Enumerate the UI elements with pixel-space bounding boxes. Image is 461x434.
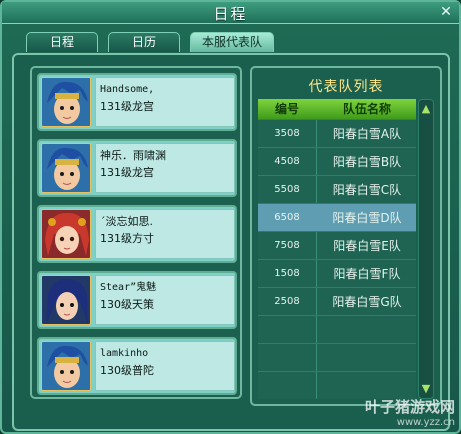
blue-hair-boy-avatar: [41, 143, 91, 193]
team-name: 阳春白雪E队: [333, 239, 401, 253]
team-id: 7508: [274, 240, 300, 251]
member-info: 神乐．雨啸渊 131级龙宫: [95, 143, 235, 193]
team-name: 阳春白雪F队: [333, 267, 401, 281]
team-id: 4508: [274, 156, 300, 167]
team-id: 3508: [274, 128, 300, 139]
team-name: 阳春白雪C队: [332, 183, 402, 197]
team-id: 6508: [274, 212, 300, 223]
table-row[interactable]: 4508 阳春白雪B队: [258, 147, 416, 175]
column-header-id: 编号: [274, 102, 299, 116]
window-title: 日程: [213, 5, 248, 23]
member-desc: 131级龙宫: [100, 100, 154, 113]
table-row[interactable]: 7508 阳春白雪E队: [258, 231, 416, 259]
member-card[interactable]: Stear”鬼魅 130级天策: [37, 271, 237, 329]
member-card[interactable]: Handsome, 131级龙宫: [37, 73, 237, 131]
member-card[interactable]: lamkinho 130级普陀: [37, 337, 237, 395]
watermark-logo: 叶子猪游戏网 www.yzz.cn: [365, 396, 455, 428]
member-list: Handsome, 131级龙宫 神乐．雨啸渊 131级龙宫 ˊ淡忘如思. 13…: [30, 66, 242, 399]
member-desc: 130级天策: [100, 298, 154, 311]
table-row-selected[interactable]: 6508 阳春白雪D队: [258, 203, 416, 231]
team-name: 阳春白雪B队: [332, 155, 402, 169]
member-info: Handsome, 131级龙宫: [95, 77, 235, 127]
table-row[interactable]: 3508 阳春白雪A队: [258, 119, 416, 147]
member-desc: 130级普陀: [100, 364, 154, 377]
team-id: 1508: [274, 268, 300, 279]
member-name: ˊ淡忘如思.: [100, 215, 153, 228]
team-list-panel: 代表队列表 编号 队伍名称 3508 阳春白雪A队 4508 阳春白雪B队 55…: [250, 66, 442, 406]
member-info: ˊ淡忘如思. 131级方寸: [95, 209, 235, 259]
title-bar[interactable]: 日程 ✕: [2, 2, 459, 24]
watermark-url: www.yzz.cn: [396, 417, 455, 428]
table-row[interactable]: 5508 阳春白雪C队: [258, 175, 416, 203]
member-card[interactable]: ˊ淡忘如思. 131级方寸: [37, 205, 237, 263]
team-name: 阳春白雪A队: [332, 127, 402, 141]
member-card[interactable]: 神乐．雨啸渊 131级龙宫: [37, 139, 237, 197]
scrollbar[interactable]: ▲ ▼: [418, 99, 434, 399]
member-name: Stear”鬼魅: [100, 282, 157, 293]
member-name: 神乐．雨啸渊: [100, 149, 166, 162]
table-row[interactable]: 2508 阳春白雪G队: [258, 287, 416, 315]
team-id: 5508: [274, 184, 300, 195]
table-row[interactable]: 1508 阳春白雪F队: [258, 259, 416, 287]
team-name: 阳春白雪G队: [332, 295, 402, 309]
member-name: Handsome,: [100, 84, 155, 95]
team-name: 阳春白雪D队: [332, 211, 402, 225]
team-id: 2508: [274, 296, 300, 307]
table-header: 编号 队伍名称: [258, 99, 416, 119]
team-table: 编号 队伍名称 3508 阳春白雪A队 4508 阳春白雪B队 5508 阳春白…: [258, 99, 416, 399]
watermark-title: 叶子猪游戏网: [364, 398, 455, 416]
team-list-title: 代表队列表: [308, 79, 384, 95]
scroll-down-icon[interactable]: ▼: [419, 382, 433, 396]
member-desc: 131级龙宫: [100, 166, 154, 179]
member-info: lamkinho 130级普陀: [95, 341, 235, 391]
table-row-empty: [258, 371, 416, 399]
scroll-up-icon[interactable]: ▲: [419, 102, 433, 116]
member-desc: 131级方寸: [100, 232, 154, 245]
member-name: lamkinho: [100, 348, 149, 359]
dark-blue-hair-girl-avatar: [41, 275, 91, 325]
tab-schedule[interactable]: 日程: [26, 32, 98, 52]
blue-hair-boy-avatar: [41, 77, 91, 127]
schedule-window: 日程 ✕ 日程 日历 本服代表队 Handsome, 131级龙宫 神乐．雨啸渊…: [0, 0, 461, 434]
column-header-team-name: 队伍名称: [342, 102, 391, 116]
close-button[interactable]: ✕: [438, 4, 454, 20]
tab-calendar[interactable]: 日历: [108, 32, 180, 52]
table-row-empty: [258, 343, 416, 371]
table-row-empty: [258, 315, 416, 343]
member-info: Stear”鬼魅 130级天策: [95, 275, 235, 325]
red-hair-girl-avatar: [41, 209, 91, 259]
tab-server-team[interactable]: 本服代表队: [190, 32, 274, 52]
blue-hair-boy-avatar: [41, 341, 91, 391]
